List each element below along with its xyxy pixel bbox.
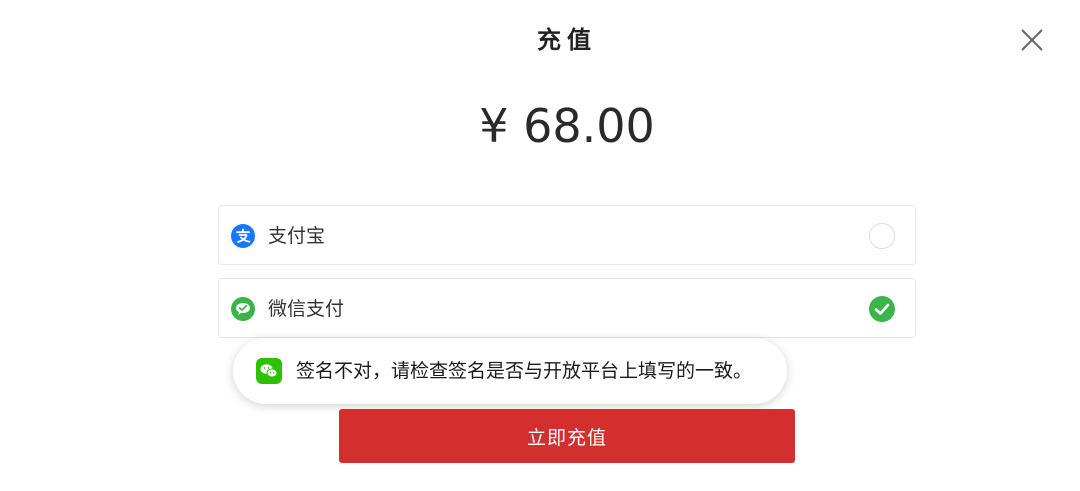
wechat-icon	[256, 358, 282, 384]
payment-option-label: 支付宝	[268, 225, 326, 247]
recharge-now-button[interactable]: 立即充值	[339, 409, 795, 463]
alipay-icon	[231, 224, 255, 248]
wechat-pay-icon	[231, 297, 255, 321]
payment-option-label: 微信支付	[268, 298, 345, 320]
payment-option-alipay[interactable]: 支付宝	[218, 205, 916, 265]
error-toast: 签名不对，请检查签名是否与开放平台上填写的一致。	[233, 338, 787, 404]
payment-option-wechat-pay[interactable]: 微信支付	[218, 278, 916, 338]
recharge-dialog: 充值 ¥ 68.00 支付宝 微信支付 签名不对，请检查签名是否与开放平台上填写…	[0, 0, 1080, 491]
radio-unchecked-icon[interactable]	[869, 223, 895, 249]
checkmark-icon	[874, 303, 890, 315]
radio-checked-icon[interactable]	[869, 296, 895, 322]
recharge-amount: ¥ 68.00	[479, 99, 655, 153]
close-icon	[1021, 29, 1043, 51]
page-title: 充值	[537, 26, 597, 54]
close-button[interactable]	[1016, 24, 1048, 56]
toast-message: 签名不对，请检查签名是否与开放平台上填写的一致。	[296, 360, 753, 382]
